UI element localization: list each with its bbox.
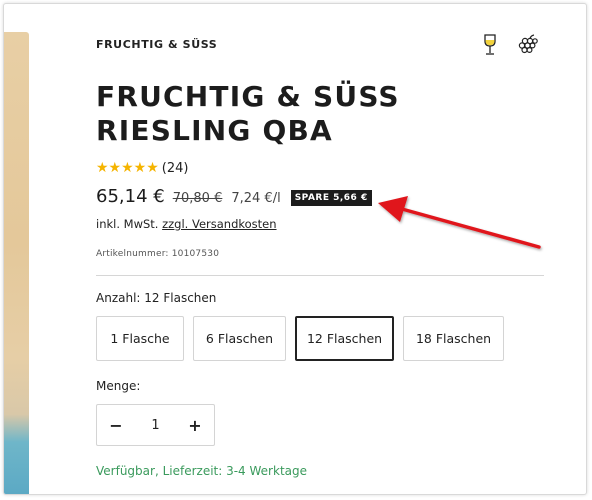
tax-text: inkl. MwSt. [96, 217, 159, 231]
quantity-label: Anzahl: 12 Flaschen [96, 291, 216, 305]
increment-button[interactable]: + [176, 405, 214, 445]
old-price: 70,80 € [172, 191, 223, 206]
brand-label[interactable]: FRUCHTIG & SÜSS [96, 38, 217, 51]
shipping-costs-link[interactable]: zzgl. Versandkosten [162, 217, 276, 231]
product-title: FRUCHTIG & SÜSS RIESLING QBA [96, 80, 400, 147]
price-row: 65,14 € 70,80 € 7,24 €/l SPARE 5,66 € [96, 186, 372, 208]
quantity-label-text: Anzahl: [96, 291, 141, 305]
product-image-edge[interactable] [4, 32, 29, 494]
divider [96, 275, 544, 276]
unit-price: 7,24 €/l [231, 191, 281, 206]
grapes-icon [516, 34, 538, 56]
option-6-flaschen[interactable]: 6 Flaschen [193, 316, 286, 361]
wine-glass-icon [482, 34, 498, 56]
save-badge: SPARE 5,66 € [290, 190, 372, 206]
availability-status: Verfügbar, Lieferzeit: 3-4 Werktage [96, 464, 307, 478]
top-icons [482, 34, 538, 56]
quantity-stepper: − 1 + [96, 404, 215, 446]
quantity-selected-value: 12 Flaschen [144, 291, 217, 305]
product-panel [3, 3, 587, 495]
tax-info: inkl. MwSt. zzgl. Versandkosten [96, 217, 277, 231]
sku-number: Artikelnummer: 10107530 [96, 249, 220, 259]
rating-count[interactable]: (24) [162, 161, 189, 176]
rating-stars-icon: ★★★★★ [96, 160, 159, 176]
decrement-button[interactable]: − [97, 405, 135, 445]
option-1-flasche[interactable]: 1 Flasche [96, 316, 184, 361]
current-price: 65,14 € [96, 186, 165, 207]
quantity-options: 1 Flasche 6 Flaschen 12 Flaschen 18 Flas… [96, 316, 504, 361]
quantity-input[interactable]: 1 [135, 418, 176, 433]
option-12-flaschen[interactable]: 12 Flaschen [295, 316, 394, 361]
rating[interactable]: ★★★★★ (24) [96, 160, 188, 176]
option-18-flaschen[interactable]: 18 Flaschen [403, 316, 504, 361]
menge-label: Menge: [96, 379, 141, 393]
